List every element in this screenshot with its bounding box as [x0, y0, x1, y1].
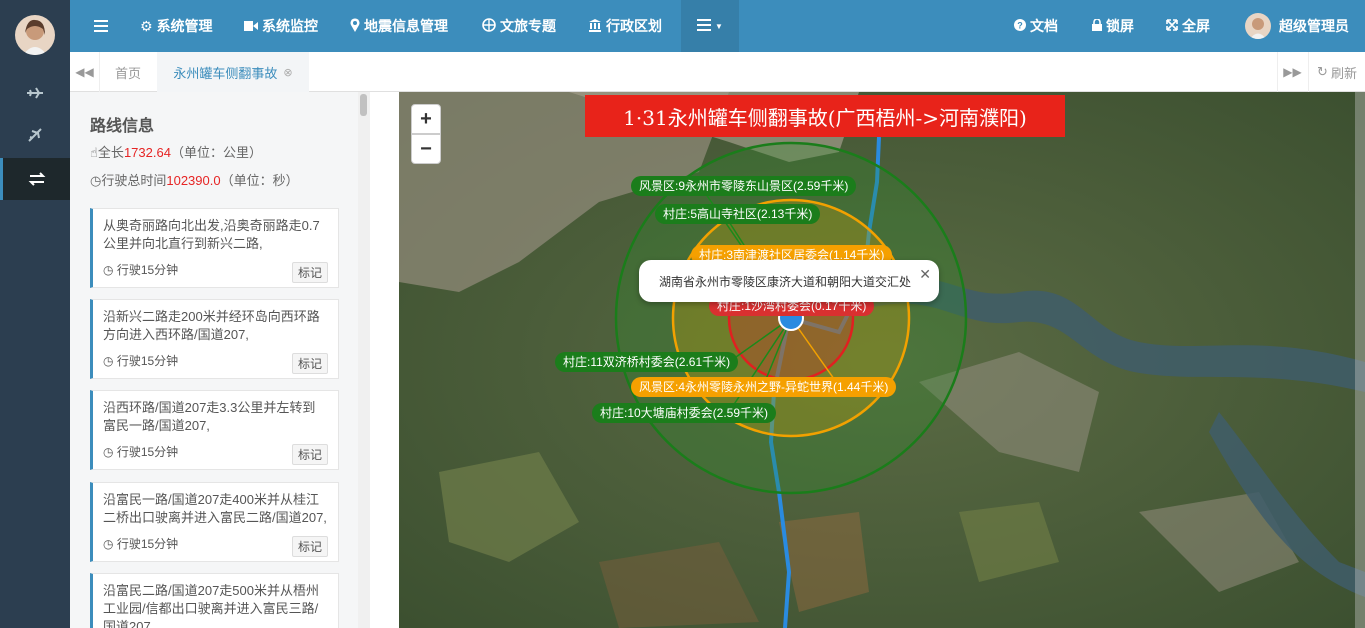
clock-icon: ◷ — [90, 173, 102, 188]
hand-pointer-icon: ☝ — [90, 145, 98, 160]
route-total-time: ◷行驶总时间102390.0（单位：秒） — [90, 173, 299, 188]
question-circle-icon: ? — [1014, 18, 1026, 34]
page-scrollbar[interactable] — [1355, 92, 1365, 628]
route-step: 沿新兴二路走200米并经环岛向西环路方向进入西环路/国道207, ◷ 行驶15分… — [90, 299, 339, 379]
top-navbar: ⚙ 系统管理 系统监控 地震信息管理 文旅专题 行政区划 ▼ ? 文档 锁屏 全屏 … — [70, 0, 1365, 52]
route-title: 路线信息 — [90, 118, 155, 135]
nav-system-monitor[interactable]: 系统监控 — [244, 0, 318, 52]
nav-culture-tourism[interactable]: 文旅专题 — [482, 0, 556, 52]
plane-icon[interactable] — [0, 72, 70, 114]
nav-more-dropdown[interactable]: ▼ — [681, 0, 739, 52]
clock-icon: ◷ — [103, 263, 117, 277]
video-icon — [244, 18, 258, 34]
hamburger-icon[interactable] — [94, 0, 108, 52]
panel-scrollbar[interactable] — [358, 92, 370, 628]
route-step: 沿富民一路/国道207走400米并从桂江二桥出口驶离并进入富民二路/国道207,… — [90, 482, 339, 562]
clock-icon: ◷ — [103, 445, 117, 459]
svg-text:?: ? — [1017, 21, 1023, 31]
mark-button[interactable]: 标记 — [291, 262, 328, 283]
map-marker-icon — [350, 17, 360, 35]
satellite-map — [399, 92, 1365, 628]
tab-scroll-right-icon[interactable]: ▶▶ — [1277, 52, 1307, 92]
lock-icon — [1092, 18, 1102, 34]
user-avatar — [1245, 13, 1271, 39]
clock-icon: ◷ — [103, 354, 117, 368]
route-step: 从奥奇丽路向北出发,沿奥奇丽路走0.7公里并向北直行到新兴二路, ◷ 行驶15分… — [90, 208, 339, 288]
caret-down-icon: ▼ — [715, 21, 723, 31]
list-icon — [697, 18, 712, 34]
map-label[interactable]: 风景区:9永州市零陵东山景区(2.59千米) — [631, 176, 857, 196]
nav-system-manage[interactable]: ⚙ 系统管理 — [140, 0, 213, 52]
route-step: 沿富民二路/国道207走500米并从梧州工业园/信都出口驶离并进入富民三路/国道… — [90, 573, 339, 628]
mark-button[interactable]: 标记 — [291, 444, 328, 465]
airplane-icon[interactable] — [0, 114, 70, 156]
refresh-button[interactable]: ↻ 刷新 — [1308, 52, 1365, 92]
close-tab-icon[interactable]: ⊗ — [283, 66, 292, 79]
zoom-in-button[interactable]: + — [411, 104, 441, 134]
refresh-icon: ↻ — [1317, 64, 1328, 79]
map-label[interactable]: 村庄:11双济桥村委会(2.61千米) — [555, 352, 739, 372]
tab-scroll-left-icon[interactable]: ◀◀ — [70, 52, 100, 92]
nav-user-menu[interactable]: 超级管理员 — [1245, 0, 1349, 52]
bank-icon — [588, 18, 602, 35]
zoom-out-button[interactable]: − — [411, 134, 441, 164]
nav-admin-division[interactable]: 行政区划 — [588, 0, 662, 52]
left-sidebar — [0, 0, 70, 628]
nav-earthquake-info[interactable]: 地震信息管理 — [350, 0, 448, 52]
nav-fullscreen[interactable]: 全屏 — [1166, 0, 1210, 52]
map-view[interactable]: + − 1·31永州罐车侧翻事故(广西梧州->河南濮阳) 风景区:9永州市零陵东… — [399, 92, 1365, 628]
tab-accident[interactable]: 永州罐车侧翻事故 ⊗ — [157, 52, 309, 92]
globe-icon — [482, 17, 496, 35]
clock-icon: ◷ — [103, 537, 117, 551]
nav-lock-screen[interactable]: 锁屏 — [1092, 0, 1134, 52]
nav-docs[interactable]: ? 文档 — [1014, 0, 1058, 52]
location-popup: 湖南省永州市零陵区康济大道和朝阳大道交汇处 ✕ — [639, 260, 939, 302]
route-panel: 路线信息 ☝全长1732.64（单位：公里） ◷行驶总时间102390.0（单位… — [70, 92, 360, 628]
close-icon[interactable]: ✕ — [919, 266, 931, 283]
mark-button[interactable]: 标记 — [291, 536, 328, 557]
tab-home[interactable]: 首页 — [102, 52, 154, 92]
gear-icon: ⚙ — [140, 17, 153, 34]
panel-scrollbar-thumb[interactable] — [360, 94, 367, 116]
avatar[interactable] — [15, 15, 55, 55]
map-label[interactable]: 风景区:4永州零陵永州之野-异蛇世界(1.44千米) — [631, 377, 897, 397]
mark-button[interactable]: 标记 — [291, 353, 328, 374]
route-swap-icon[interactable] — [0, 158, 70, 200]
route-total-length: ☝全长1732.64（单位：公里） — [90, 145, 262, 160]
map-label[interactable]: 村庄:5高山寺社区(2.13千米) — [655, 204, 821, 224]
tab-bar: ◀◀ 首页 永州罐车侧翻事故 ⊗ ▶▶ ↻ 刷新 — [70, 52, 1365, 92]
map-label[interactable]: 村庄:10大塘庙村委会(2.59千米) — [592, 403, 777, 423]
map-title-banner: 1·31永州罐车侧翻事故(广西梧州->河南濮阳) — [585, 95, 1065, 137]
expand-icon — [1166, 18, 1178, 34]
route-step: 沿西环路/国道207走3.3公里并左转到富民一路/国道207, ◷ 行驶15分钟… — [90, 390, 339, 470]
